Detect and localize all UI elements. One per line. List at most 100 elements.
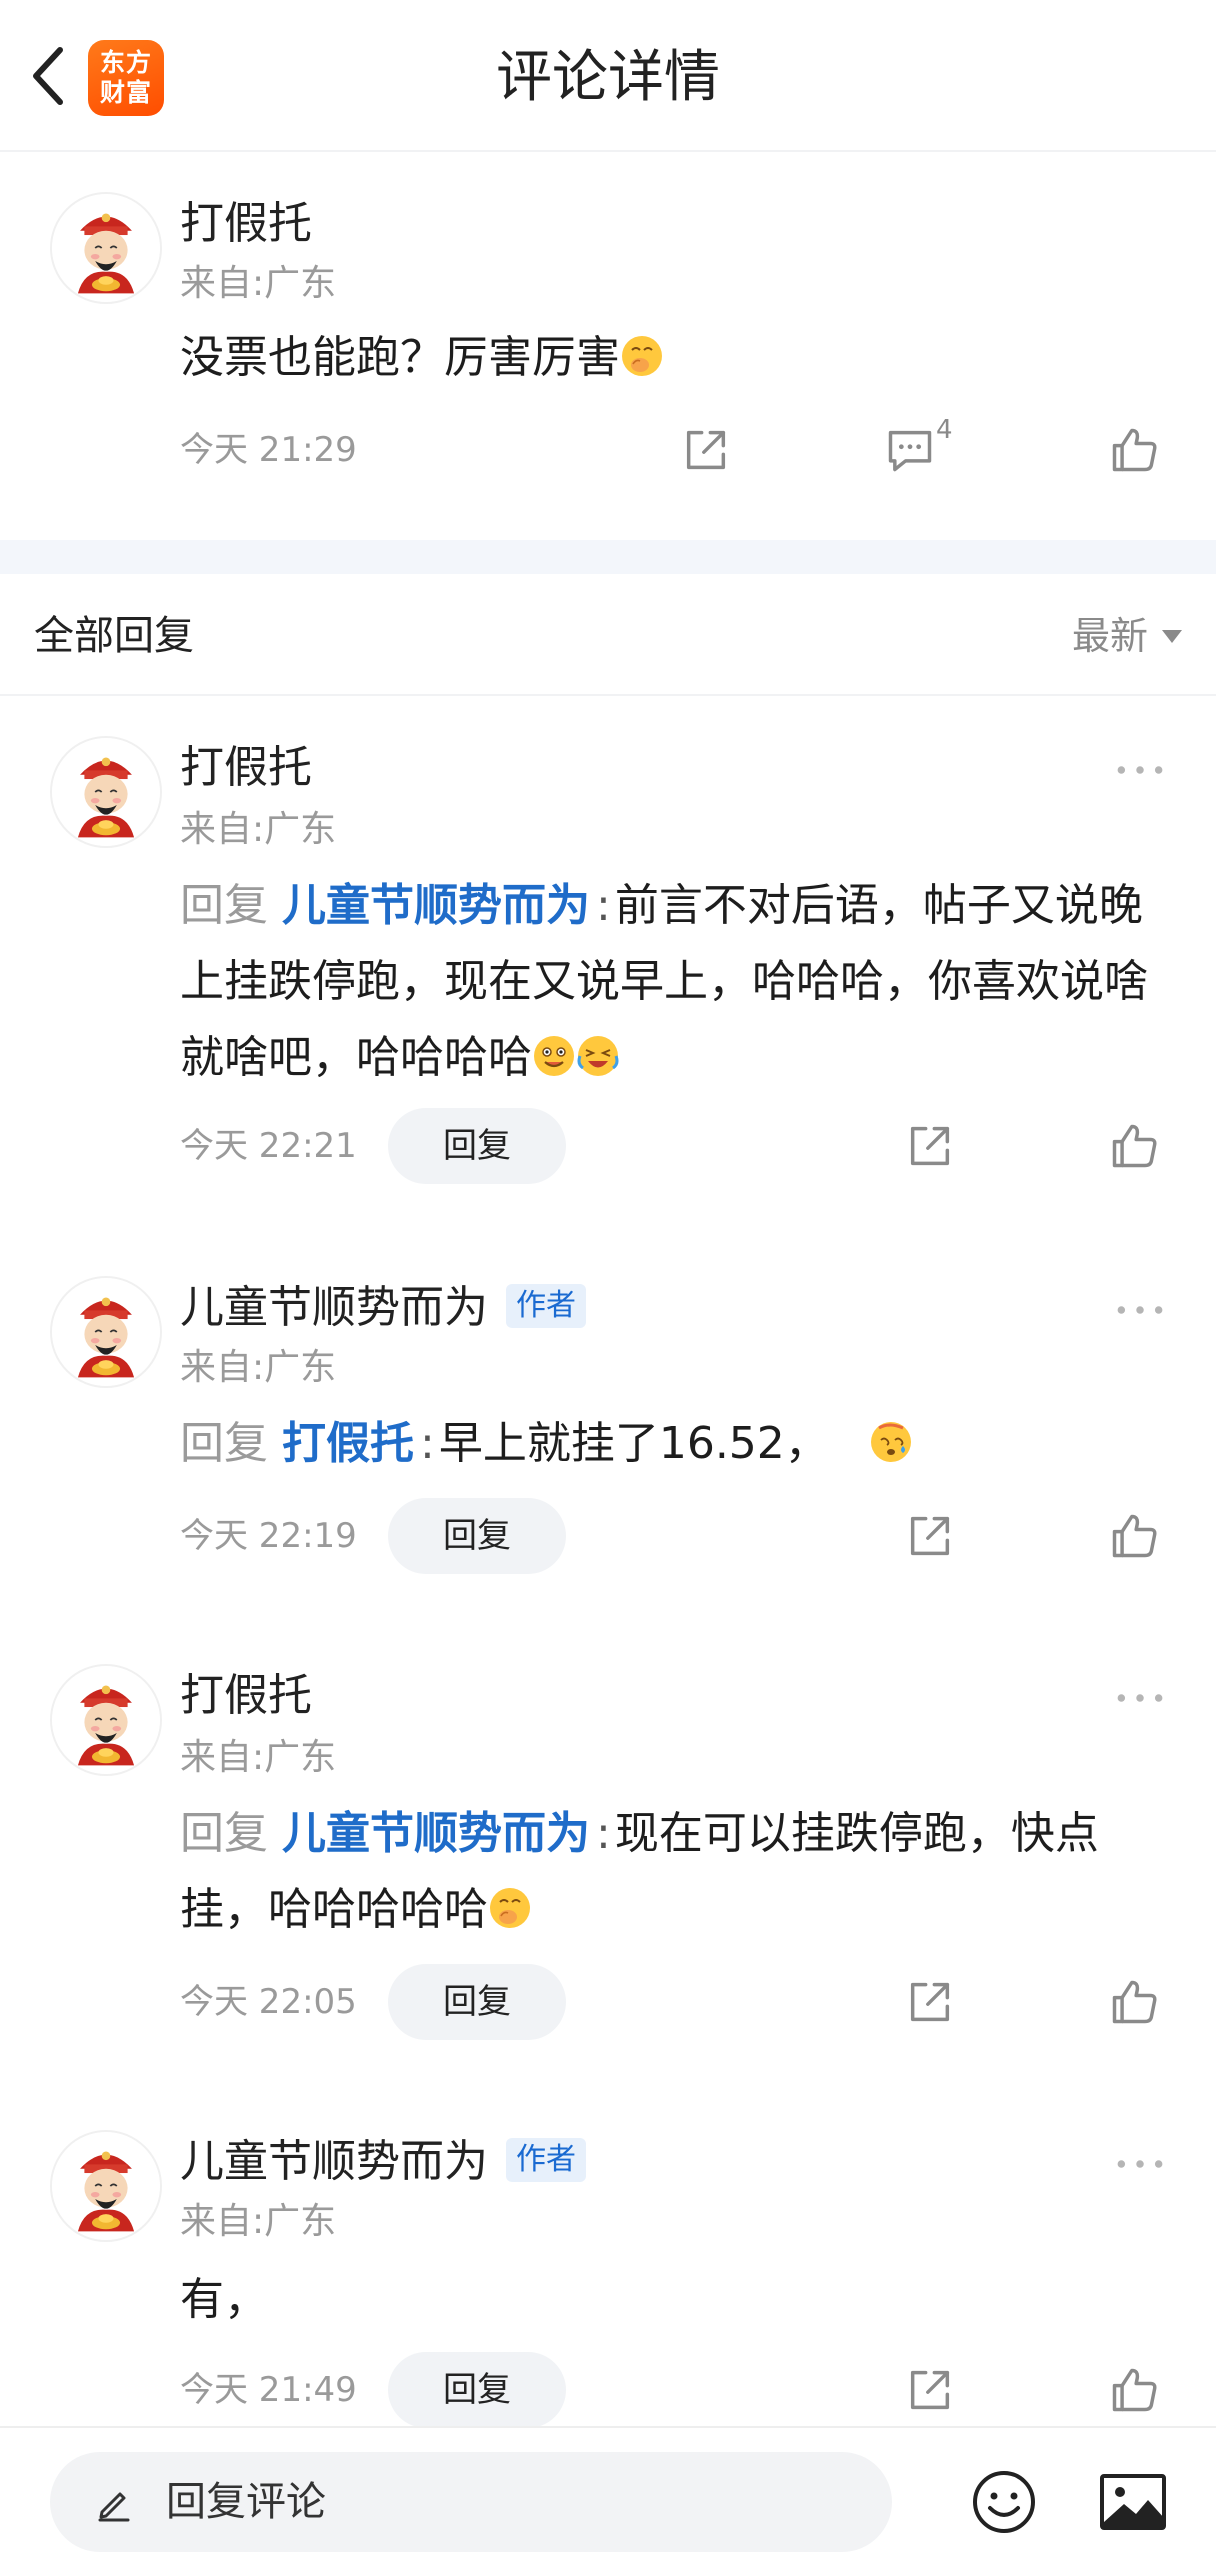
reply-text: 有，	[180, 2262, 1170, 2338]
reply-username-text[interactable]: 儿童节顺势而为	[180, 2136, 488, 2187]
more-icon	[1112, 760, 1168, 780]
reply-text: 回复 儿童节顺势而为:前言不对后语，帖子又说晚上挂跌停跑，现在又说早上，哈哈哈，你…	[180, 868, 1170, 1096]
reply-button[interactable]: 回复	[388, 1108, 566, 1184]
chevron-down-icon	[1162, 629, 1182, 643]
reply-prefix: 回复	[180, 1808, 268, 1859]
like-button[interactable]	[1106, 2362, 1162, 2418]
bottom-input-bar	[0, 2426, 1216, 2574]
sort-dropdown[interactable]: 最新	[1072, 608, 1182, 664]
avatar-image	[52, 738, 160, 846]
reply-colon: :	[596, 880, 611, 931]
pen-icon	[98, 2492, 130, 2522]
like-icon	[1108, 424, 1160, 476]
reply-body: 早上就挂了16.52，	[438, 1418, 829, 1469]
author-badge: 作者	[506, 2138, 586, 2182]
reply-colon: :	[420, 1418, 435, 1469]
like-icon	[1108, 1976, 1160, 2028]
more-options-button[interactable]	[1110, 1290, 1170, 1330]
avatar-image	[52, 1666, 160, 1774]
reply-location: 来自:广东	[180, 1347, 337, 1388]
reply-timestamp: 今天 22:05	[180, 1982, 357, 2022]
laugh-cry-emoji-icon	[576, 1034, 620, 1078]
dizzy-emoji-icon	[869, 1420, 913, 1464]
reply-target-link[interactable]: 儿童节顺势而为	[282, 1808, 590, 1859]
reply-timestamp: 今天 22:19	[180, 1516, 357, 1556]
like-icon	[1108, 2364, 1160, 2416]
reply-username: 儿童节顺势而为 作者	[180, 1278, 586, 1338]
reply-timestamp: 今天 22:21	[180, 1126, 357, 1166]
more-icon	[1112, 1688, 1168, 1708]
avatar[interactable]	[50, 2130, 162, 2242]
section-title: 全部回复	[34, 613, 194, 659]
avatar[interactable]	[50, 1664, 162, 1776]
share-button[interactable]	[902, 1118, 958, 1174]
cover-mouth-emoji-icon	[620, 334, 664, 378]
reply-text: 回复 儿童节顺势而为:现在可以挂跌停跑，快点挂，哈哈哈哈哈	[180, 1796, 1170, 1948]
comment-location: 来自:广东	[180, 263, 337, 304]
page-title: 评论详情	[496, 45, 720, 110]
grin-emoji-icon	[532, 1034, 576, 1078]
more-icon	[1112, 1300, 1168, 1320]
reply-timestamp: 今天 21:49	[180, 2370, 357, 2410]
cover-mouth-emoji-icon	[488, 1886, 532, 1930]
share-icon	[904, 1976, 956, 2028]
share-button[interactable]	[902, 1508, 958, 1564]
comment-text-body: 没票也能跑？厉害厉害	[180, 332, 620, 383]
more-options-button[interactable]	[1110, 2144, 1170, 2184]
reply-location: 来自:广东	[180, 1737, 337, 1778]
reply-button[interactable]: 回复	[388, 1498, 566, 1574]
reply-username[interactable]: 打假托	[180, 738, 312, 798]
image-picker-icon[interactable]	[1098, 2472, 1168, 2532]
reply-input-box[interactable]	[50, 2452, 892, 2552]
reply-body: 有，	[180, 2274, 268, 2325]
share-icon	[904, 1120, 956, 1172]
reply-count: 4	[936, 415, 953, 445]
comment-count-button[interactable]	[882, 422, 938, 478]
share-button[interactable]	[902, 1974, 958, 2030]
comment-text: 没票也能跑？厉害厉害	[180, 320, 1170, 396]
like-button[interactable]	[1106, 1118, 1162, 1174]
reply-colon: :	[596, 1808, 611, 1859]
reply-username: 儿童节顺势而为 作者	[180, 2132, 586, 2192]
share-icon	[904, 2364, 956, 2416]
comment-timestamp: 今天 21:29	[180, 430, 357, 470]
avatar[interactable]	[50, 192, 162, 304]
author-badge: 作者	[506, 1284, 586, 1328]
comment-icon	[884, 424, 936, 476]
sort-label: 最新	[1071, 614, 1148, 658]
reply-prefix: 回复	[180, 1418, 268, 1469]
reply-text: 回复 打假托:早上就挂了16.52，	[180, 1406, 1170, 1482]
reply-location: 来自:广东	[180, 2201, 337, 2242]
share-button[interactable]	[678, 422, 734, 478]
reply-prefix: 回复	[180, 880, 268, 931]
like-button[interactable]	[1106, 1508, 1162, 1564]
more-icon	[1112, 2154, 1168, 2174]
section-divider	[0, 540, 1216, 574]
top-nav-bar: 东方 财富 评论详情	[0, 0, 1216, 152]
reply-button[interactable]: 回复	[388, 1964, 566, 2040]
emoji-picker-icon[interactable]	[970, 2468, 1038, 2536]
more-options-button[interactable]	[1110, 1678, 1170, 1718]
like-icon	[1108, 1510, 1160, 1562]
reply-username-text[interactable]: 儿童节顺势而为	[180, 1282, 488, 1333]
share-icon	[904, 1510, 956, 1562]
share-button[interactable]	[902, 2362, 958, 2418]
avatar-image	[52, 2132, 160, 2240]
comment-username[interactable]: 打假托	[180, 194, 312, 254]
reply-input[interactable]	[166, 2479, 806, 2525]
like-button[interactable]	[1106, 1974, 1162, 2030]
avatar[interactable]	[50, 736, 162, 848]
like-icon	[1108, 1120, 1160, 1172]
like-button[interactable]	[1106, 422, 1162, 478]
reply-target-link[interactable]: 打假托	[282, 1418, 414, 1469]
replies-section-header: 全部回复 最新	[0, 574, 1216, 696]
reply-button[interactable]: 回复	[388, 2352, 566, 2428]
reply-username[interactable]: 打假托	[180, 1666, 312, 1726]
more-options-button[interactable]	[1110, 750, 1170, 790]
avatar[interactable]	[50, 1276, 162, 1388]
avatar-image	[52, 1278, 160, 1386]
reply-location: 来自:广东	[180, 809, 337, 850]
share-icon	[680, 424, 732, 476]
reply-target-link[interactable]: 儿童节顺势而为	[282, 880, 590, 931]
avatar-image	[52, 194, 160, 302]
